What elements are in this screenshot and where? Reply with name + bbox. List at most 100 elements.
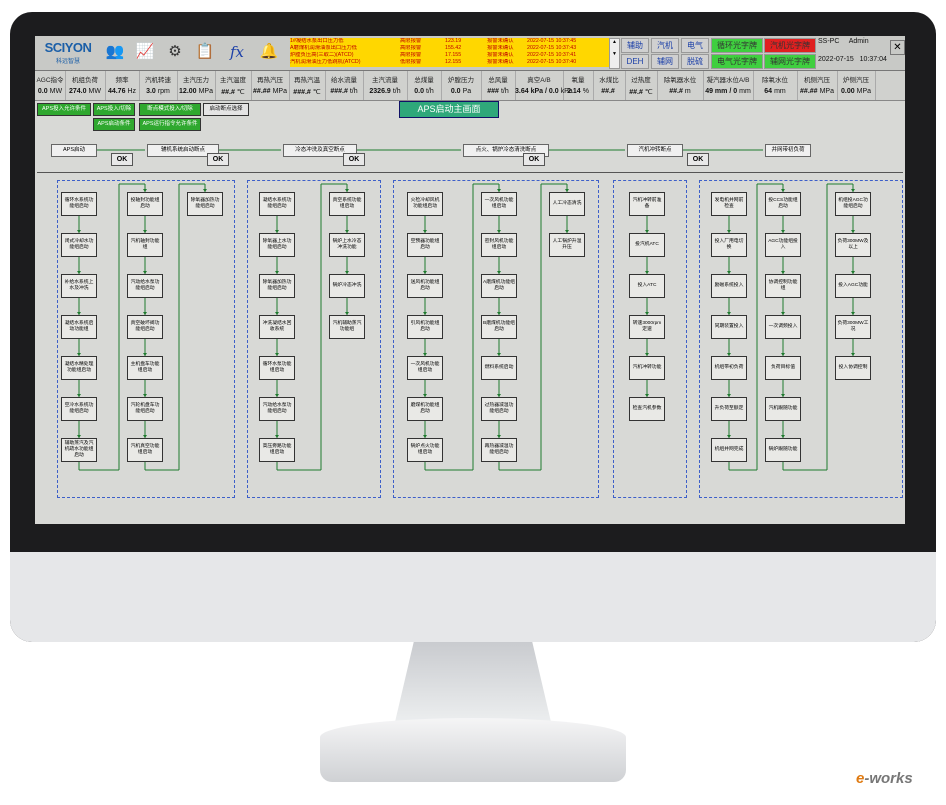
function-node[interactable]: 一次调频投入 — [765, 315, 801, 339]
function-node[interactable]: 汽轮机盘车功能组启动 — [127, 397, 163, 421]
alarm-scrollbar[interactable]: ▲ ▼ — [609, 38, 620, 69]
function-node[interactable]: 汽机冲转前准备 — [629, 192, 665, 216]
function-node[interactable]: 真空破坏阀功能组启动 — [127, 315, 163, 339]
sequence-step[interactable]: APS启动 — [51, 144, 97, 157]
function-node[interactable]: 机组并网完成 — [711, 438, 747, 462]
function-node[interactable]: 投轴封功能组启动 — [127, 192, 163, 216]
function-node[interactable]: 真空系统功能组启动 — [329, 192, 365, 216]
function-node[interactable]: 补给水系统上水及冲洗 — [61, 274, 97, 298]
function-node[interactable]: 火检冷却风机功能组启动 — [407, 192, 443, 216]
function-node[interactable]: 除氧器加热功能组启动 — [259, 274, 295, 298]
ok-button[interactable]: OK — [343, 153, 365, 166]
function-node[interactable]: 汽机轴封功能组 — [127, 233, 163, 257]
function-node[interactable]: 再热器减温功能组启动 — [481, 438, 517, 462]
function-node[interactable]: 引风机功能组启动 — [407, 315, 443, 339]
function-node[interactable]: 负荷300MW及以上 — [835, 233, 871, 257]
function-node[interactable]: 投汽机ATC — [629, 233, 665, 257]
function-node[interactable]: 辅助蒸汽及汽机疏水功能组启动 — [61, 438, 97, 462]
nav-auxnet[interactable]: 辅网 — [651, 54, 679, 69]
function-node[interactable]: 冲洗凝结水回收系统 — [259, 315, 295, 339]
ok-button[interactable]: OK — [207, 153, 229, 166]
function-node[interactable]: A磨煤机功能组启动 — [481, 274, 517, 298]
aps-permit-button[interactable]: APS投入允许条件 — [37, 103, 91, 116]
nav-desulfur[interactable]: 脱硫 — [681, 54, 709, 69]
function-node[interactable]: 磨煤机功能组启动 — [407, 397, 443, 421]
nav-boiler-annunciator[interactable]: 循环光字牌 — [711, 38, 763, 53]
function-node[interactable]: 一次风机功能组启动 — [407, 356, 443, 380]
function-icon[interactable]: fx — [225, 41, 249, 63]
function-node[interactable]: 投CCS功能组启动 — [765, 192, 801, 216]
alarm-list[interactable]: 1#凝结水泵出口压力低 高限报警 123.19 报警未确认 2022-07-15 10:… — [290, 38, 610, 67]
function-node[interactable]: 人工锅炉升温升压 — [549, 233, 585, 257]
settings-icon[interactable]: ⚙ — [163, 41, 187, 63]
function-node[interactable]: 同期装置投入 — [711, 315, 747, 339]
function-node[interactable]: 投入AGC功能 — [835, 274, 871, 298]
aps-run-permit-button[interactable]: APS运行指令允许条件 — [139, 118, 201, 131]
function-node[interactable]: 协调控制功能组 — [765, 274, 801, 298]
nav-electric[interactable]: 电气 — [681, 38, 709, 53]
bell-icon[interactable]: 🔔 — [257, 41, 281, 63]
sequence-step[interactable]: 汽机冲转断点 — [627, 144, 683, 157]
close-icon[interactable]: ✕ — [890, 40, 905, 55]
ok-button[interactable]: OK — [687, 153, 709, 166]
function-node[interactable]: 投入协调控制 — [835, 356, 871, 380]
function-node[interactable]: 一次风机功能组启动 — [481, 192, 517, 216]
function-node[interactable]: 发电机并网前检查 — [711, 192, 747, 216]
function-node[interactable]: 凝结水精处理功能组启动 — [61, 356, 97, 380]
function-node[interactable]: 锅炉上水冷态冲洗功能 — [329, 233, 365, 257]
function-node[interactable]: 汽机真空功能组启动 — [127, 438, 163, 462]
function-node[interactable]: 凝结水系统启动功能组 — [61, 315, 97, 339]
users-icon[interactable]: 👥 — [103, 41, 127, 63]
function-node[interactable]: 汽机跟随功能 — [765, 397, 801, 421]
function-node[interactable]: 汽动给水泵功能组启动 — [127, 274, 163, 298]
function-node[interactable]: 投入ATC — [629, 274, 665, 298]
function-node[interactable]: 循环水泵功能组启动 — [259, 356, 295, 380]
report-icon[interactable]: 📋 — [193, 41, 217, 63]
function-node[interactable]: 过热器减温功能组启动 — [481, 397, 517, 421]
alarm-row[interactable]: 汽机润滑油压力低跳机(ATCD) 低限报警 12.155 报警未确认 2022-07-1… — [290, 59, 610, 66]
function-node[interactable]: 燃料系统启动 — [481, 356, 517, 380]
function-node[interactable]: 人工冷态清洗 — [549, 192, 585, 216]
function-node[interactable]: 转速3000rpm定速 — [629, 315, 665, 339]
function-node[interactable]: 闭式冷却水功能组启动 — [61, 233, 97, 257]
function-node[interactable]: 高压旁路功能组启动 — [259, 438, 295, 462]
function-node[interactable]: 汽机辅助蒸汽功能组 — [329, 315, 365, 339]
function-node[interactable]: 负荷300MW工况 — [835, 315, 871, 339]
function-node[interactable]: 锅炉冷态冲洗 — [329, 274, 365, 298]
sequence-step[interactable]: 并网带初负荷 — [765, 144, 811, 157]
function-node[interactable]: 主机盘车功能组启动 — [127, 356, 163, 380]
function-node[interactable]: 空冷水系统功能组启动 — [61, 397, 97, 421]
function-node[interactable]: 检查汽机参数 — [629, 397, 665, 421]
function-node[interactable]: 送风机功能组启动 — [407, 274, 443, 298]
ok-button[interactable]: OK — [111, 153, 133, 166]
function-node[interactable]: 投入厂用电切换 — [711, 233, 747, 257]
function-node[interactable]: 机组带初负荷 — [711, 356, 747, 380]
alarm-row[interactable]: 1#凝结水泵出口压力低 高限报警 123.19 报警未确认 2022-07-15 10:… — [290, 38, 610, 45]
nav-electric-annunciator[interactable]: 电气光字牌 — [711, 54, 763, 69]
function-node[interactable]: 锅炉点火功能组启动 — [407, 438, 443, 462]
function-node[interactable]: AGC功能组投入 — [765, 233, 801, 257]
function-node[interactable]: 除氧器加热功能组启动 — [187, 192, 223, 216]
function-node[interactable]: 除氧器上水功能组启动 — [259, 233, 295, 257]
aps-toggle-button[interactable]: APS投入/切除 — [93, 103, 135, 116]
function-node[interactable]: 负荷目标值 — [765, 356, 801, 380]
function-node[interactable]: 凝结水系统功能组启动 — [259, 192, 295, 216]
function-node[interactable]: 锅炉跟随功能 — [765, 438, 801, 462]
nav-aux[interactable]: 辅助 — [621, 38, 649, 53]
nav-turbine[interactable]: 汽机 — [651, 38, 679, 53]
function-node[interactable]: B磨煤机功能组启动 — [481, 315, 517, 339]
function-node[interactable]: 机组投AGC功能组启动 — [835, 192, 871, 216]
function-node[interactable]: 励磁系统投入 — [711, 274, 747, 298]
function-node[interactable]: 汽动给水泵功能组启动 — [259, 397, 295, 421]
function-node[interactable]: 汽机冲转功能 — [629, 356, 665, 380]
nav-turbine-annunciator[interactable]: 汽机光字牌 — [764, 38, 816, 53]
nav-deh[interactable]: DEH — [621, 54, 649, 69]
ok-button[interactable]: OK — [523, 153, 545, 166]
function-node[interactable]: 密封风机功能组启动 — [481, 233, 517, 257]
breakpoint-mode-button[interactable]: 断点模式投入/切除 — [139, 103, 201, 116]
nav-auxnet-annunciator[interactable]: 辅网光字牌 — [764, 54, 816, 69]
aps-start-condition-button[interactable]: APS启动条件 — [93, 118, 135, 131]
function-node[interactable]: 空预器功能组启动 — [407, 233, 443, 257]
function-node[interactable]: 升负荷至额定 — [711, 397, 747, 421]
alarm-row[interactable]: 炉膛负压高(三取二)(ATCD) 高限报警 17.155 报警未确认 2022-07-1… — [290, 52, 610, 59]
